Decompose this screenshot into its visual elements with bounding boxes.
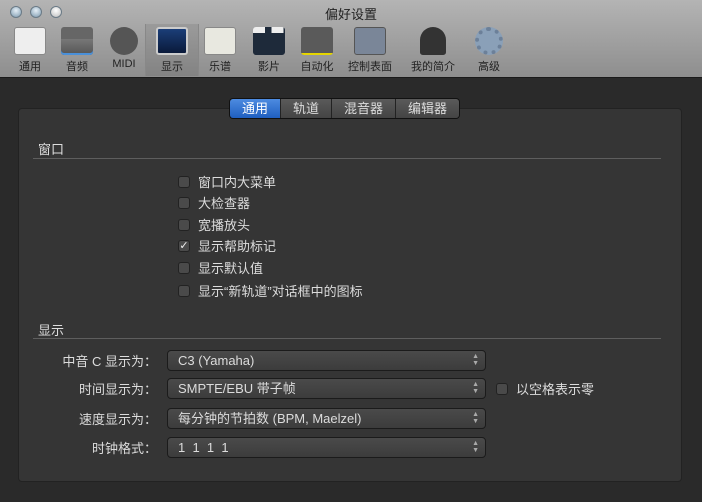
- toolbar-item-1[interactable]: 音频: [50, 24, 104, 76]
- checkbox[interactable]: [178, 196, 190, 209]
- checkbox-option[interactable]: 显示默认值: [178, 258, 263, 277]
- divider: [33, 158, 661, 159]
- select-value: C3 (Yamaha): [178, 353, 255, 368]
- toolbar-item-7[interactable]: 控制表面: [343, 24, 397, 76]
- checkbox-option[interactable]: ✓ 显示帮助标记: [178, 236, 276, 255]
- title-bar: 偏好设置 通用 音频 MIDI 显示 乐谱 影片 自动化 控制表面 我的简介 高级: [0, 0, 702, 78]
- select-value: 1 1 1 1: [178, 440, 229, 455]
- toolbar-item-8[interactable]: 我的简介: [406, 24, 460, 76]
- clapperboard-icon: [253, 27, 285, 55]
- toolbar-item-label: 我的简介: [411, 61, 455, 73]
- updown-arrows-icon: ▲ ▼: [472, 353, 479, 367]
- tab-1[interactable]: 轨道: [281, 99, 333, 118]
- automation-icon: [301, 27, 333, 55]
- field-label: 速度显示为：: [78, 412, 157, 427]
- checkbox-label: 显示默认值: [198, 261, 264, 276]
- checkbox-option[interactable]: 显示“新轨道”对话框中的图标: [178, 281, 363, 300]
- checkbox[interactable]: [178, 261, 190, 274]
- field-label: 时间显示为：: [78, 382, 157, 397]
- toolbar-item-label: 控制表面: [348, 61, 392, 73]
- toolbar-item-label: 音频: [66, 61, 88, 73]
- tab-bar: 通用 轨道 混音器 编辑器: [229, 98, 461, 119]
- toolbar-item-5[interactable]: 影片: [242, 24, 296, 76]
- checkbox-label: 显示“新轨道”对话框中的图标: [198, 284, 363, 299]
- checkbox-label: 窗口内大菜单: [198, 175, 277, 190]
- toolbar-item-label: 显示: [161, 61, 183, 73]
- popup-select[interactable]: SMPTE/EBU 带子帧 ▲ ▼: [167, 378, 486, 399]
- toolbar-item-label: MIDI: [112, 58, 136, 70]
- tab-3[interactable]: 编辑器: [396, 99, 460, 118]
- checkbox[interactable]: [178, 175, 190, 188]
- checkbox-label: 以空格表示零: [516, 382, 595, 397]
- updown-arrows-icon: ▲ ▼: [472, 381, 479, 395]
- toolbar-item-3[interactable]: 显示: [145, 24, 199, 76]
- checkbox-label: 大检查器: [198, 196, 251, 211]
- toolbar-item-label: 高级: [478, 61, 500, 73]
- section-title-window: 窗口: [38, 142, 65, 157]
- updown-arrows-icon: ▲ ▼: [472, 411, 479, 425]
- popup-select[interactable]: C3 (Yamaha) ▲ ▼: [167, 350, 486, 371]
- checkbox-option[interactable]: 窗口内大菜单: [178, 172, 276, 191]
- toolbar-item-4[interactable]: 乐谱: [193, 24, 247, 76]
- checkbox[interactable]: ✓: [178, 239, 190, 252]
- checkbox-option[interactable]: 宽播放头: [178, 215, 250, 234]
- user-icon: [420, 27, 446, 55]
- form-row: 时钟格式： 1 1 1 1 ▲ ▼: [40, 437, 486, 458]
- music-note-icon: [204, 27, 236, 55]
- section-title-display: 显示: [38, 323, 65, 338]
- field-label: 中音 C 显示为：: [62, 354, 157, 369]
- popup-select[interactable]: 1 1 1 1 ▲ ▼: [167, 437, 486, 458]
- field-label: 时钟格式：: [91, 441, 157, 456]
- form-row: 速度显示为： 每分钟的节拍数 (BPM, Maelzel) ▲ ▼: [40, 408, 486, 429]
- toolbar-item-6[interactable]: 自动化: [290, 24, 344, 76]
- zero-as-space-checkbox[interactable]: 以空格表示零: [496, 379, 594, 398]
- midi-port-icon: [110, 27, 138, 55]
- checkbox-option[interactable]: 大检查器: [178, 193, 250, 212]
- window-title: 偏好设置: [324, 7, 377, 22]
- form-row: 时间显示为： SMPTE/EBU 带子帧 ▲ ▼ 以空格表示零: [40, 378, 594, 399]
- toolbar-item-label: 影片: [258, 61, 280, 73]
- toolbar-item-label: 乐谱: [209, 61, 231, 73]
- toolbar-item-label: 通用: [19, 61, 41, 73]
- popup-select[interactable]: 每分钟的节拍数 (BPM, Maelzel) ▲ ▼: [167, 408, 486, 429]
- checkbox[interactable]: [496, 382, 508, 395]
- toolbar-item-2[interactable]: MIDI: [97, 24, 151, 76]
- toolbar-item-9[interactable]: 高级: [462, 24, 516, 76]
- monitor-icon: [156, 27, 188, 55]
- faders-icon: [354, 27, 386, 55]
- checkbox[interactable]: [178, 218, 190, 231]
- toolbar-item-0[interactable]: 通用: [3, 24, 57, 76]
- form-row: 中音 C 显示为： C3 (Yamaha) ▲ ▼: [40, 350, 486, 371]
- tab-2[interactable]: 混音器: [332, 99, 397, 118]
- select-value: SMPTE/EBU 带子帧: [178, 381, 296, 396]
- toolbar-item-label: 自动化: [300, 61, 334, 73]
- checkbox-label: 显示帮助标记: [198, 239, 277, 254]
- updown-arrows-icon: ▲ ▼: [472, 440, 479, 454]
- divider: [33, 338, 661, 339]
- checkbox[interactable]: [178, 284, 190, 297]
- select-value: 每分钟的节拍数 (BPM, Maelzel): [178, 411, 362, 426]
- switch-icon: [14, 27, 46, 55]
- waveform-icon: [61, 27, 93, 55]
- gear-icon: [475, 27, 503, 55]
- checkbox-label: 宽播放头: [198, 218, 251, 233]
- tab-0[interactable]: 通用: [230, 99, 282, 118]
